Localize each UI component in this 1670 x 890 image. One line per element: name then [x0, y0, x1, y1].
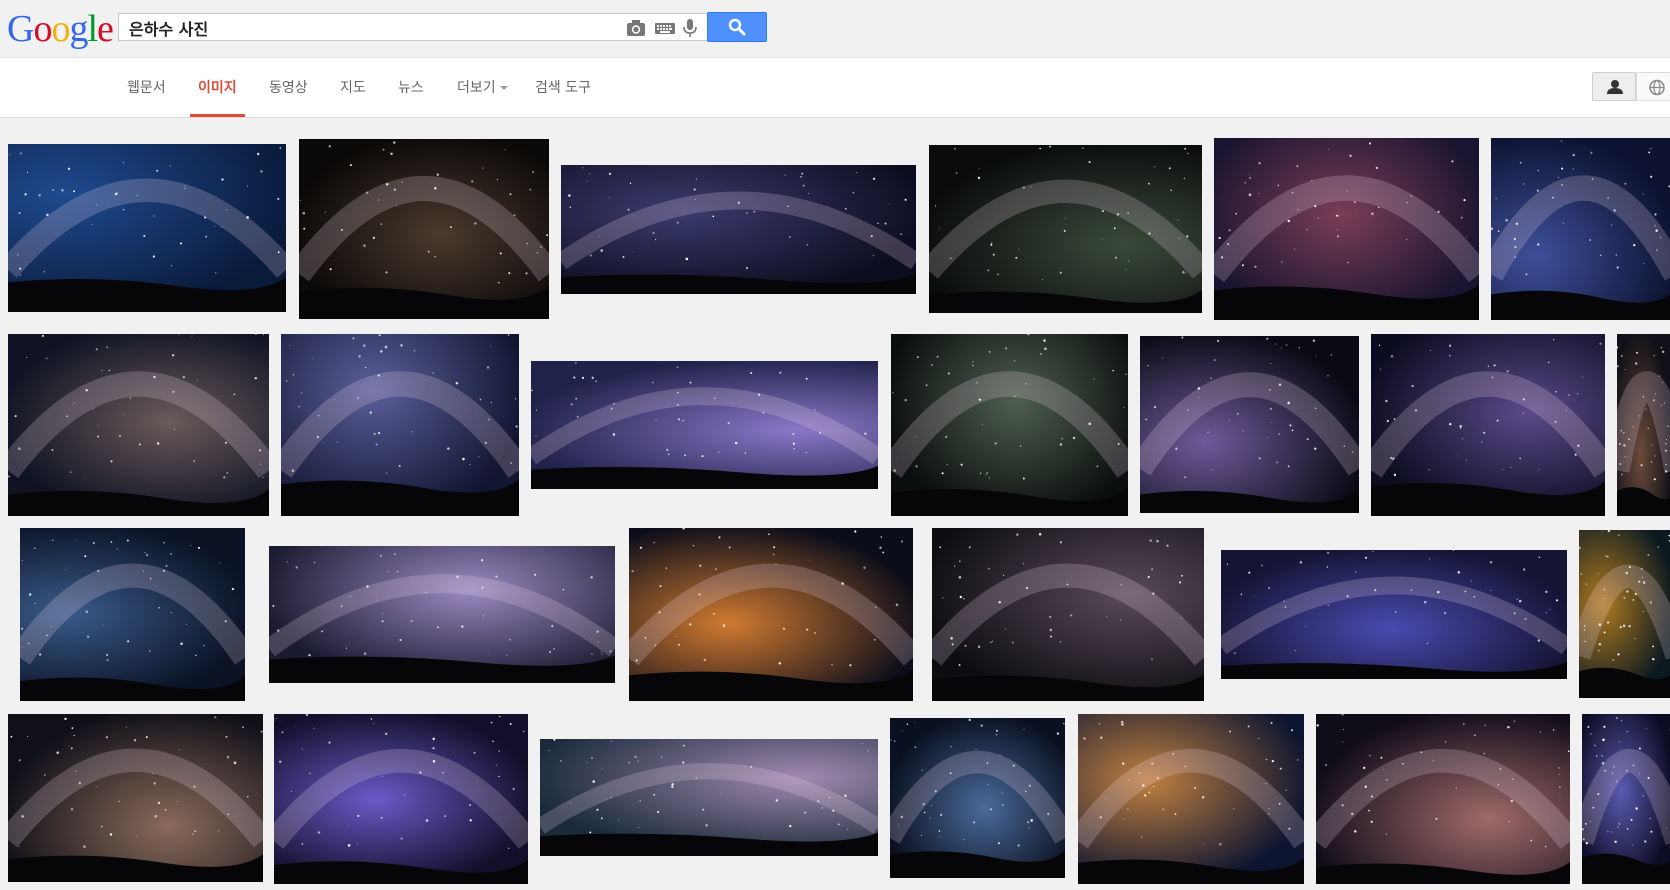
image-result-thumbnail[interactable] — [299, 139, 549, 319]
logo-letter: l — [87, 8, 98, 50]
search-input[interactable] — [127, 16, 611, 40]
tab-maps[interactable]: 지도 — [340, 58, 366, 117]
search-type-nav: 웹문서 이미지 동영상 지도 뉴스 더보기 검색 도구 — [0, 58, 1670, 118]
star-field — [299, 141, 549, 319]
image-result-thumbnail[interactable] — [1371, 334, 1605, 516]
star-field — [929, 145, 1202, 313]
star-field — [20, 539, 245, 701]
star-field — [540, 739, 878, 856]
image-result-thumbnail[interactable] — [281, 334, 519, 516]
star-field — [1617, 346, 1670, 516]
star-field — [1221, 550, 1567, 679]
top-bar: Google — [0, 0, 1670, 58]
globe-icon — [1637, 79, 1670, 106]
star-field — [1371, 339, 1605, 516]
image-result-thumbnail[interactable] — [8, 144, 286, 312]
image-results-grid — [0, 118, 1670, 890]
image-result-thumbnail[interactable] — [540, 739, 878, 856]
image-result-thumbnail[interactable] — [561, 165, 916, 294]
image-result-thumbnail[interactable] — [932, 528, 1204, 701]
star-field — [629, 528, 913, 701]
star-field — [8, 716, 263, 882]
star-field — [8, 334, 269, 516]
star-field — [1491, 140, 1670, 320]
star-field — [269, 553, 615, 683]
safe-search-button[interactable] — [1636, 72, 1670, 101]
image-result-thumbnail[interactable] — [1491, 138, 1670, 320]
tab-videos[interactable]: 동영상 — [269, 58, 308, 117]
logo-letter: o — [51, 8, 70, 50]
account-button[interactable] — [1592, 72, 1636, 101]
star-field — [1078, 720, 1304, 884]
star-field — [531, 362, 878, 489]
logo-letter: g — [69, 8, 88, 50]
star-field — [1140, 336, 1359, 513]
image-result-thumbnail[interactable] — [629, 528, 913, 701]
search-box — [118, 13, 708, 41]
image-result-thumbnail[interactable] — [1221, 550, 1567, 679]
image-result-thumbnail[interactable] — [1617, 334, 1670, 516]
image-result-thumbnail[interactable] — [8, 714, 263, 882]
logo-letter: e — [97, 8, 114, 50]
tab-news[interactable]: 뉴스 — [398, 58, 424, 117]
google-logo[interactable]: Google — [7, 6, 114, 52]
star-field — [932, 532, 1204, 701]
image-result-thumbnail[interactable] — [274, 714, 528, 884]
tab-web[interactable]: 웹문서 — [127, 58, 166, 117]
image-result-thumbnail[interactable] — [20, 528, 245, 701]
image-result-thumbnail[interactable] — [1579, 530, 1670, 698]
image-result-thumbnail[interactable] — [929, 145, 1202, 313]
chevron-down-icon — [499, 86, 508, 90]
image-result-thumbnail[interactable] — [891, 334, 1128, 516]
star-field — [561, 167, 916, 294]
star-field — [1582, 716, 1670, 884]
image-result-thumbnail[interactable] — [1582, 714, 1670, 884]
star-field — [1579, 530, 1670, 698]
image-result-thumbnail[interactable] — [1140, 336, 1359, 513]
tab-more-label: 더보기 — [457, 80, 496, 96]
microphone-icon[interactable] — [679, 18, 701, 38]
search-button[interactable] — [707, 12, 767, 42]
tab-search-tools[interactable]: 검색 도구 — [535, 58, 591, 117]
camera-icon[interactable] — [625, 18, 647, 38]
star-field — [1316, 714, 1570, 884]
star-field — [1214, 142, 1479, 320]
image-result-thumbnail[interactable] — [269, 546, 615, 683]
image-result-thumbnail[interactable] — [1214, 138, 1479, 320]
star-field — [8, 147, 286, 312]
logo-letter: o — [33, 8, 52, 50]
image-result-thumbnail[interactable] — [8, 334, 269, 516]
image-result-thumbnail[interactable] — [1078, 714, 1304, 884]
star-field — [890, 718, 1065, 878]
star-field — [274, 714, 528, 884]
logo-letter: G — [7, 8, 34, 50]
tab-images[interactable]: 이미지 — [190, 58, 245, 117]
image-result-thumbnail[interactable] — [1316, 714, 1570, 884]
star-field — [281, 334, 519, 516]
image-result-thumbnail[interactable] — [890, 718, 1065, 878]
star-field — [891, 334, 1128, 516]
tab-more[interactable]: 더보기 — [457, 58, 508, 117]
person-icon — [1593, 80, 1637, 106]
keyboard-icon[interactable] — [654, 18, 676, 38]
image-result-thumbnail[interactable] — [531, 361, 878, 489]
